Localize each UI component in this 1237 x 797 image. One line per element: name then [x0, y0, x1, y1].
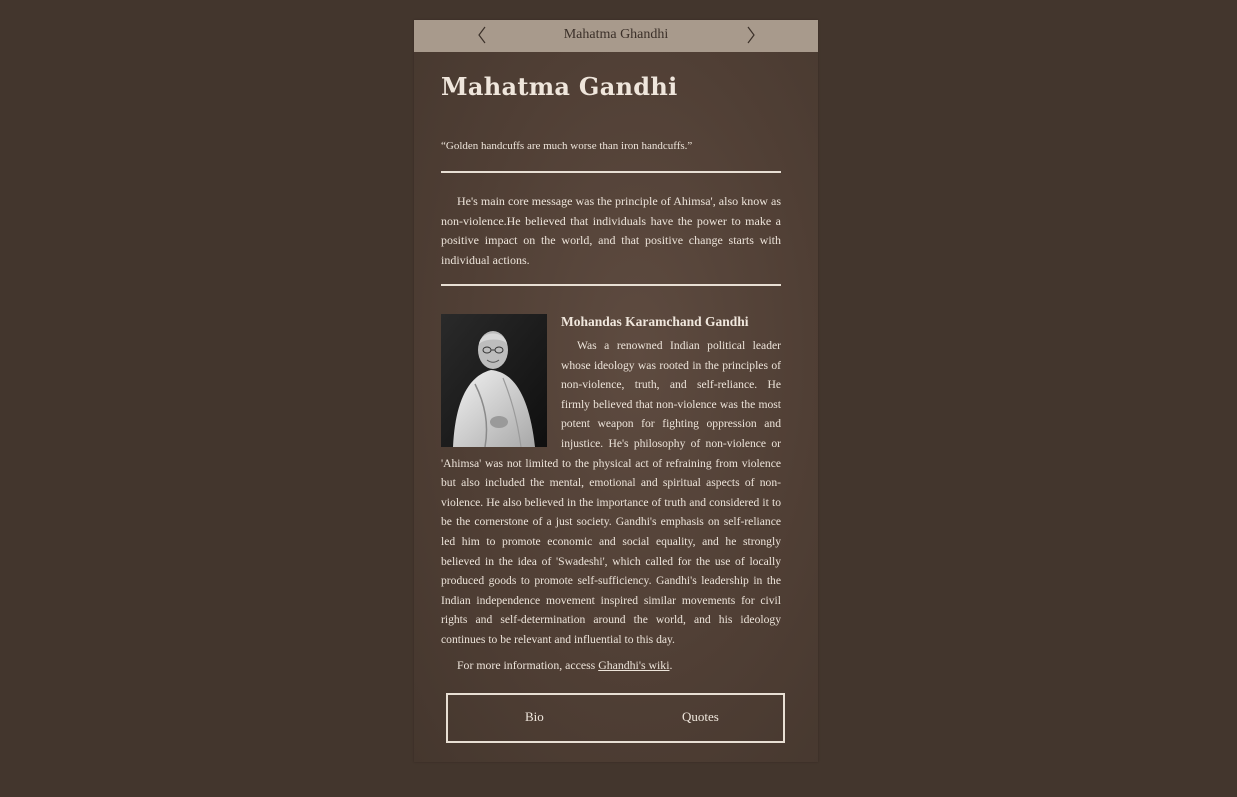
bio-section: Mohandas Karamchand Gandhi Was a renowne… [441, 314, 781, 675]
chevron-right-icon[interactable] [740, 24, 760, 46]
page-title: Mahatma Gandhi [441, 72, 678, 101]
more-info-suffix: . [669, 657, 673, 672]
profile-panel: Mahatma Ghandhi Mahatma Gandhi “Golden h… [414, 20, 818, 762]
gandhi-portrait [441, 314, 547, 447]
wiki-link[interactable]: Ghandhi's wiki [598, 658, 669, 672]
more-info-prefix: For more information, access [457, 657, 599, 672]
quote-text: “Golden handcuffs are much worse than ir… [441, 140, 693, 152]
tab-quotes[interactable]: Quotes [682, 709, 719, 725]
divider [441, 284, 781, 286]
tab-bio[interactable]: Bio [525, 709, 544, 725]
top-bar: Mahatma Ghandhi [414, 20, 818, 52]
tab-bar: Bio Quotes [446, 693, 785, 743]
intro-paragraph: He's main core message was the principle… [441, 194, 781, 267]
divider [441, 171, 781, 173]
more-info-line: For more information, access Ghandhi's w… [441, 656, 781, 675]
